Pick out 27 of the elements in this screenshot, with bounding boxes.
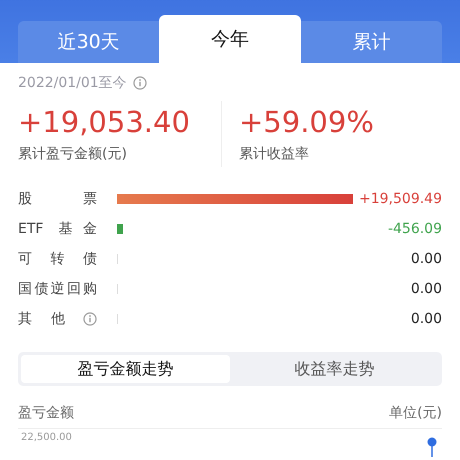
period-tab[interactable]: 累计 [300,21,442,63]
asset-value: -456.09 [386,221,442,237]
info-icon[interactable] [132,76,147,90]
summary-value: +19,053.40 [18,105,190,139]
summary-label: 累计盈亏金额(元) [18,145,127,163]
period-tab[interactable]: 今年 [159,15,301,63]
chart-title: 盈亏金额 [18,404,74,422]
date-range: 2022/01/01至今 [18,74,127,92]
asset-label: 国债逆回购 [18,280,97,298]
info-icon[interactable] [83,312,97,326]
chart-tab[interactable]: 收益率走势 [230,355,439,383]
asset-value: 0.00 [410,281,442,297]
asset-label: 可转债 [18,250,97,268]
unit-label: 单位(元) [389,404,442,422]
chart-tab[interactable]: 盈亏金额走势 [21,355,230,383]
summary-value: +59.09% [239,105,374,139]
line-chart-drawing [428,438,436,457]
asset-label: 股票 [18,190,97,208]
asset-label: 其他 [18,310,65,328]
share-bar [117,224,123,234]
asset-label: ETF 基金 [18,220,97,238]
asset-value: 0.00 [410,251,442,267]
asset-value: +19,509.49 [358,191,442,207]
summary-label: 累计收益率 [239,145,309,163]
asset-value: 0.00 [410,311,442,327]
period-tab[interactable]: 近30天 [18,21,160,63]
axis-tick: 22,500.00 [21,432,72,443]
